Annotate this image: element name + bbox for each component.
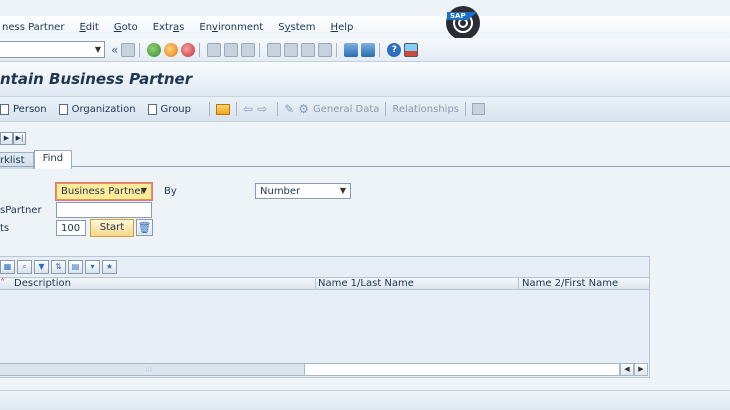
previous-page-icon[interactable] [284,42,299,57]
max-hits-label: ts [0,223,10,234]
relationships-button[interactable]: Relationships [392,104,459,115]
chevron-down-icon[interactable]: ▼ [95,45,101,54]
horizontal-scrollbar[interactable]: ::: ◀ ▶ [0,363,650,376]
menu-extras[interactable]: Extras [153,22,185,33]
cancel-icon[interactable] [181,42,196,57]
organization-button[interactable]: Organization [58,103,136,115]
by-label: By [164,186,177,197]
general-data-button[interactable]: General Data [313,104,379,115]
toolbar-separator [259,42,261,57]
standard-toolbar: ▼ « ? [0,38,730,62]
column-header-description[interactable]: Description [14,278,71,290]
toolbar-separator [236,102,237,116]
find-object-select[interactable]: Business Partner ▼ [56,183,152,200]
tab-find[interactable]: Find [33,150,73,169]
search-form: Business Partner ▼ By Number ▼ sPartner ts… [0,167,730,257]
double-chevron-left-icon[interactable]: « [111,43,118,57]
scroll-grip-icon: ::: [145,365,153,373]
grid-toolbar: ▦ ⌕ ▼ ⇅ ▤ ▾ ★ [0,257,649,277]
arrow-right-icon[interactable]: ⇨ [257,102,267,116]
scroll-left-icon[interactable]: ◀ [620,363,634,376]
column-header-name2[interactable]: Name 2/First Name [522,278,618,290]
column-divider [315,278,316,290]
group-button[interactable]: Group [147,103,191,115]
command-field[interactable]: ▼ [0,41,105,58]
menu-bar: ness Partner Edit Goto Extras Environmen… [0,16,730,38]
toolbar-separator [199,42,201,57]
column-header-name1[interactable]: Name 1/Last Name [318,278,414,290]
layout-icon[interactable]: ▤ [68,260,83,274]
first-page-icon[interactable] [267,42,282,57]
chevron-down-icon: ▼ [140,186,147,195]
by-criteria-select[interactable]: Number ▼ [255,183,351,199]
business-partner-input[interactable] [56,202,152,218]
toolbar-separator [139,42,141,57]
toolbar-separator [209,102,210,116]
play-end-icon[interactable]: ▶| [13,132,26,145]
business-partner-label: sPartner [0,205,42,216]
menu-edit[interactable]: Edit [79,22,98,33]
scrollbar-track[interactable] [305,363,620,376]
locator-nav: ▶ ▶| [0,132,26,145]
other-object-icon[interactable]: ⚙ [298,102,309,116]
shortcut-icon[interactable] [361,42,376,57]
document-icon [0,103,9,115]
find-icon[interactable] [224,42,239,57]
new-session-icon[interactable] [344,42,359,57]
result-grid: ▦ ⌕ ▼ ⇅ ▤ ▾ ★ ˄ Description Name 1/Last … [0,256,650,378]
max-hits-input[interactable]: 100 [56,220,86,236]
menu-system[interactable]: System [278,22,315,33]
application-toolbar: Person Organization Group ⇦ ⇨ ✎ ⚙ Genera… [0,96,730,122]
details-icon[interactable]: ▦ [0,260,15,274]
menu-help[interactable]: Help [331,22,354,33]
column-sort-indicator[interactable]: ˄ [0,278,5,290]
save-icon[interactable] [121,42,136,57]
status-bar [0,390,730,410]
sort-icon[interactable]: ⇅ [51,260,66,274]
play-icon[interactable]: ▶ [0,132,13,145]
filter-icon[interactable]: ▼ [34,260,49,274]
open-folder-icon[interactable] [216,103,230,115]
find-icon[interactable]: ⌕ [17,260,32,274]
document-icon [147,103,157,115]
start-button[interactable]: Start [90,219,134,237]
arrow-left-icon[interactable]: ⇦ [243,102,253,116]
grid-header: ˄ Description Name 1/Last Name Name 2/Fi… [0,277,649,290]
chevron-down-icon: ▼ [339,186,346,195]
help-icon[interactable]: ? [387,42,402,57]
print-icon[interactable] [207,42,222,57]
favorite-icon[interactable]: ★ [102,260,117,274]
menu-goto[interactable]: Goto [114,22,138,33]
person-button[interactable]: Person [0,103,47,115]
last-page-icon[interactable] [318,42,333,57]
back-icon[interactable] [147,42,162,57]
display-change-icon[interactable]: ✎ [284,102,294,116]
document-icon [58,103,68,115]
toolbar-separator [277,102,279,116]
page-title: ntain Business Partner [0,70,193,88]
find-next-icon[interactable] [241,42,256,57]
table-icon[interactable] [472,103,486,115]
customize-layout-icon[interactable] [404,42,419,57]
menu-environment[interactable]: Environment [199,22,263,33]
toolbar-separator [379,42,381,57]
scroll-right-icon[interactable]: ▶ [634,363,648,376]
toolbar-separator [465,102,467,116]
screen-record-icon[interactable] [446,6,480,40]
exit-icon[interactable] [164,42,179,57]
trash-icon[interactable]: 🗑 [136,219,153,236]
menu-business-partner[interactable]: ness Partner [2,22,64,33]
column-divider [518,278,519,290]
title-bar: ntain Business Partner [0,62,730,96]
next-page-icon[interactable] [301,42,316,57]
toolbar-separator [336,42,338,57]
scrollbar-thumb[interactable]: ::: [0,363,305,376]
toolbar-separator [385,102,387,116]
layout-dropdown-icon[interactable]: ▾ [85,260,100,274]
scroll-buttons: ◀ ▶ [620,363,648,376]
